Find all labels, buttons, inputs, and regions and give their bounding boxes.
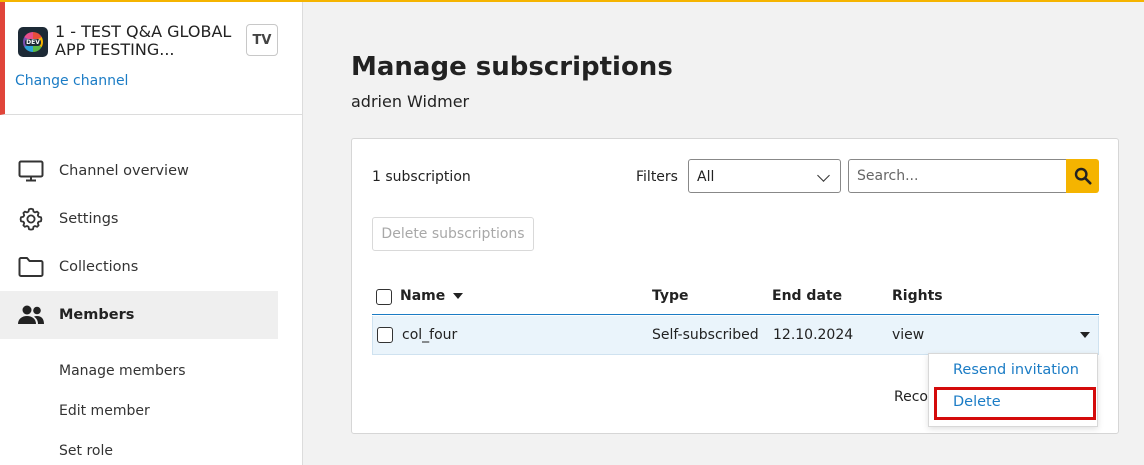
channel-type-badge[interactable]: TV (246, 24, 278, 56)
sidebar-item-label: Collections (59, 259, 139, 275)
row-actions-menu: Resend invitation Delete (928, 353, 1098, 427)
page-subtitle: adrien Widmer (351, 92, 470, 111)
search-icon (1074, 167, 1092, 185)
chevron-down-icon (817, 169, 830, 182)
page-title: Manage subscriptions (351, 52, 673, 82)
sidebar-subitem-edit-member[interactable]: Edit member (59, 403, 150, 419)
search-input[interactable] (848, 159, 1067, 193)
folder-icon (17, 255, 45, 279)
sidebar-item-label: Members (59, 307, 135, 323)
cell-rights: view (892, 327, 925, 343)
filter-select[interactable]: All (688, 159, 841, 193)
monitor-icon (17, 159, 45, 183)
subscription-count: 1 subscription (372, 169, 471, 185)
sidebar: DEV 1 - TEST Q&A GLOBAL APP TESTING... T… (0, 2, 303, 465)
cell-type: Self-subscribed (652, 327, 759, 343)
table-row[interactable]: col_four Self-subscribed 12.10.2024 view (372, 316, 1099, 355)
sidebar-subitem-manage-members[interactable]: Manage members (59, 363, 186, 379)
menu-item-resend-invitation[interactable]: Resend invitation (953, 362, 1079, 378)
delete-subscriptions-button[interactable]: Delete subscriptions (372, 217, 534, 251)
sidebar-item-collections[interactable]: Collections (0, 243, 278, 291)
row-actions-caret-icon[interactable] (1080, 332, 1090, 338)
sidebar-item-label: Channel overview (59, 163, 189, 179)
sidebar-item-members[interactable]: Members (0, 291, 278, 339)
channel-header: DEV 1 - TEST Q&A GLOBAL APP TESTING... T… (0, 2, 302, 115)
row-checkbox[interactable] (377, 327, 393, 343)
table-header: Name Type End date Rights (372, 279, 1099, 315)
table-footer-text: Reco (894, 389, 928, 405)
column-header-rights[interactable]: Rights (892, 288, 943, 304)
filters-label: Filters (636, 169, 678, 185)
sidebar-item-channel-overview[interactable]: Channel overview (0, 147, 278, 195)
gear-icon (17, 207, 45, 231)
change-channel-link[interactable]: Change channel (15, 73, 128, 89)
select-all-checkbox[interactable] (376, 289, 392, 305)
search-button[interactable] (1066, 159, 1099, 193)
menu-item-delete[interactable]: Delete (953, 394, 1001, 410)
people-icon (17, 303, 45, 327)
sidebar-item-label: Settings (59, 211, 119, 227)
channel-logo: DEV (18, 27, 48, 57)
sort-desc-icon (453, 293, 464, 299)
column-header-type[interactable]: Type (652, 288, 689, 304)
sidebar-item-settings[interactable]: Settings (0, 195, 278, 243)
sidebar-subitem-set-role[interactable]: Set role (59, 443, 113, 459)
filter-select-value: All (697, 169, 715, 185)
column-header-end-date[interactable]: End date (772, 288, 842, 304)
channel-name: 1 - TEST Q&A GLOBAL APP TESTING... (55, 22, 232, 59)
column-header-name[interactable]: Name (400, 288, 464, 304)
cell-end-date: 12.10.2024 (773, 327, 854, 343)
cell-name: col_four (402, 327, 458, 343)
